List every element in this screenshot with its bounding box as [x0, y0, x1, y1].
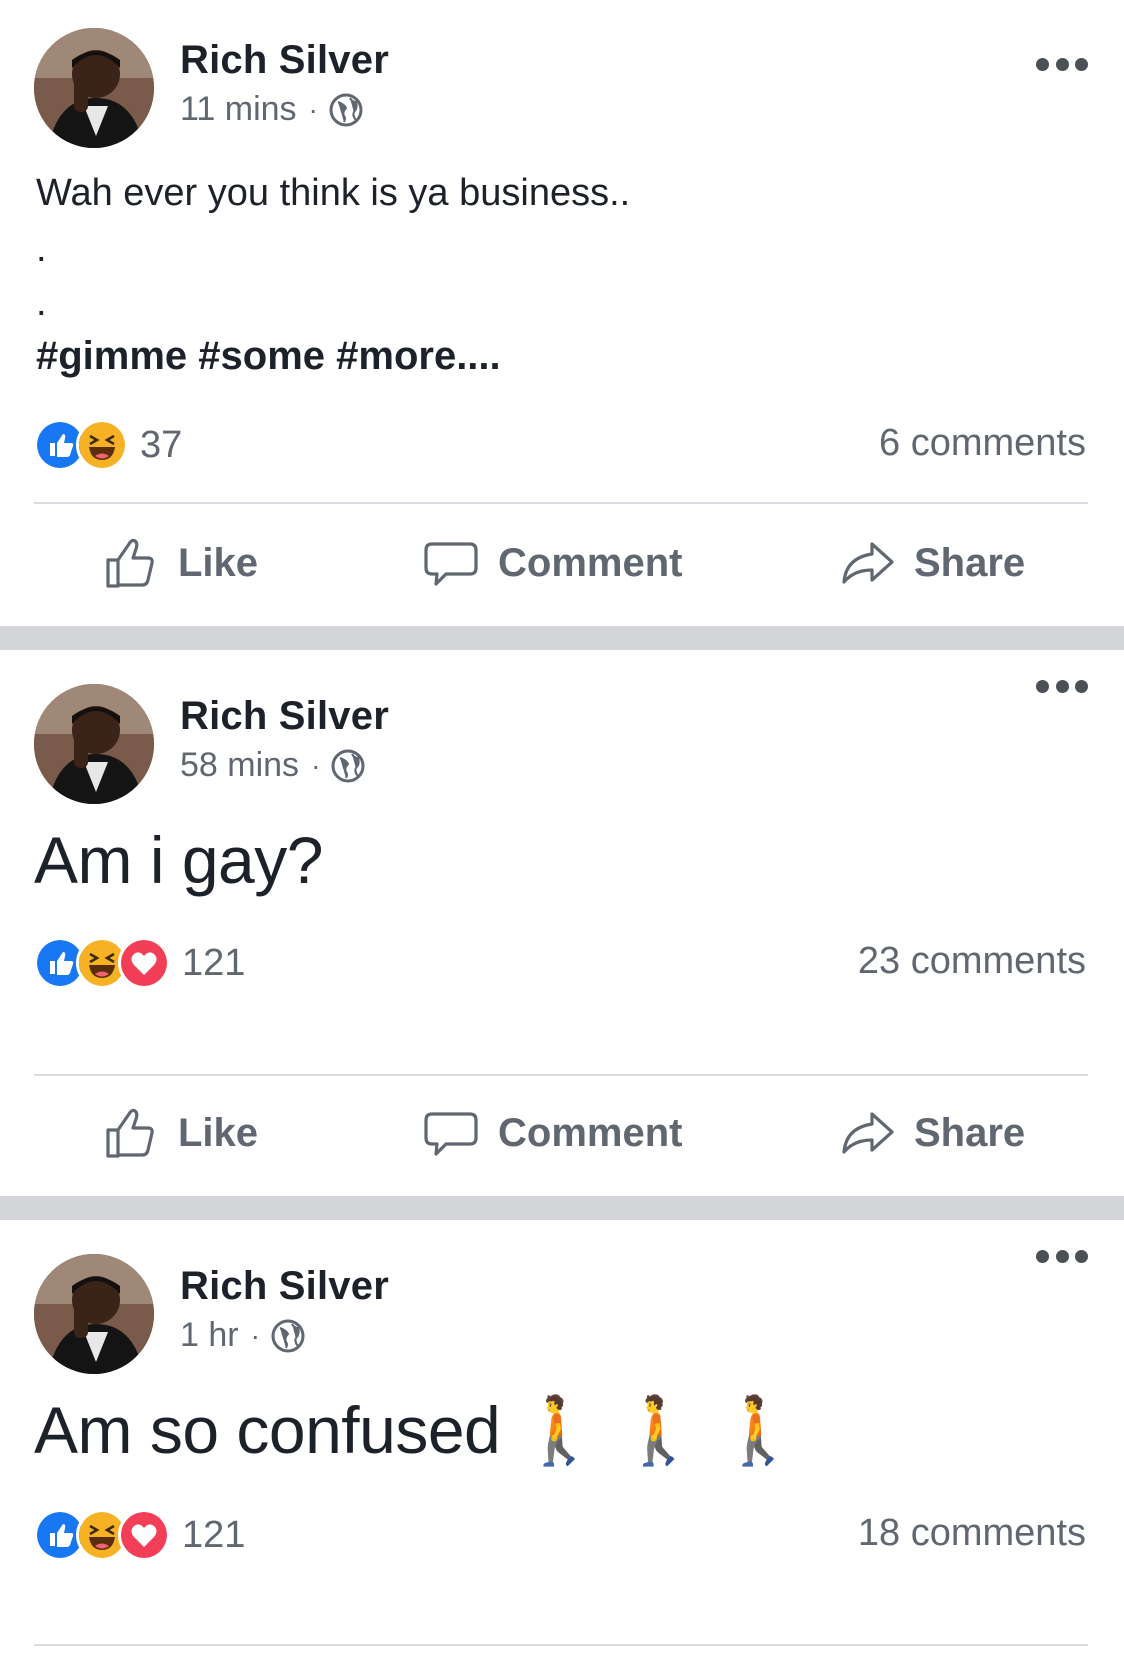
speech-bubble-icon: [424, 1112, 478, 1156]
post-meta: 58 mins ·: [180, 746, 366, 785]
reaction-count: 121: [182, 1513, 246, 1556]
share-label: Share: [914, 1110, 1026, 1155]
comment-label: Comment: [498, 540, 683, 585]
comment-button[interactable]: Comment: [422, 534, 682, 592]
like-button[interactable]: Like: [102, 1104, 258, 1162]
divider: [34, 1644, 1088, 1646]
comment-label: Comment: [498, 1110, 683, 1155]
author-avatar[interactable]: [34, 28, 154, 148]
action-bar: Like Comment Share: [0, 1096, 1124, 1176]
dot-icon: [1075, 57, 1088, 71]
comment-count-link[interactable]: 18 comments: [858, 1512, 1086, 1555]
meta-separator: ·: [308, 93, 318, 125]
reaction-summary[interactable]: 37: [34, 419, 183, 471]
dot-icon: [1055, 1249, 1069, 1263]
dot-icon: [1075, 1249, 1088, 1263]
author-name[interactable]: Rich Silver: [180, 38, 389, 83]
dot-icon: [1055, 679, 1069, 693]
reaction-count: 37: [140, 423, 183, 466]
more-options-button[interactable]: [1036, 1246, 1088, 1266]
post-2: Rich Silver 58 mins · Am i gay? 121 23 c…: [0, 650, 1124, 1196]
share-button[interactable]: Share: [838, 1104, 1025, 1162]
timestamp[interactable]: 11 mins: [180, 90, 297, 129]
author-avatar[interactable]: [34, 684, 154, 804]
feed-separator: [0, 626, 1124, 650]
speech-bubble-icon: [424, 542, 478, 586]
more-options-button[interactable]: [1036, 676, 1088, 696]
post-text-line: .: [36, 228, 47, 270]
meta-separator: ·: [311, 749, 321, 781]
reaction-count: 121: [182, 941, 246, 984]
more-options-button[interactable]: [1036, 54, 1088, 74]
post-text: Am i gay?: [34, 823, 323, 897]
love-reaction-icon: [118, 1509, 170, 1561]
divider: [34, 1074, 1088, 1076]
like-button[interactable]: Like: [102, 534, 258, 592]
post-meta: 1 hr ·: [180, 1316, 306, 1355]
author-avatar[interactable]: [34, 1254, 154, 1374]
love-reaction-icon: [118, 937, 170, 989]
share-arrow-icon: [842, 542, 894, 584]
post-text-line: Wah ever you think is ya business..: [36, 172, 631, 214]
timestamp[interactable]: 58 mins: [180, 746, 299, 785]
meta-separator: ·: [250, 1319, 260, 1351]
post-3: Rich Silver 1 hr · Am so confused 🚶 🚶 🚶 …: [0, 1220, 1124, 1656]
comment-count-link[interactable]: 23 comments: [858, 940, 1086, 983]
post-text-line: .: [36, 282, 47, 324]
author-name[interactable]: Rich Silver: [180, 1264, 389, 1309]
like-label: Like: [178, 1110, 259, 1155]
hashtags[interactable]: #gimme #some #more....: [36, 334, 501, 379]
dot-icon: [1075, 679, 1088, 693]
share-button[interactable]: Share: [838, 534, 1025, 592]
timestamp[interactable]: 1 hr: [180, 1316, 239, 1355]
globe-icon: [331, 749, 365, 782]
dot-icon: [1036, 1249, 1049, 1263]
dot-icon: [1036, 679, 1049, 693]
thumbs-up-icon: [106, 1108, 154, 1158]
dot-icon: [1055, 57, 1069, 71]
comment-count-link[interactable]: 6 comments: [879, 422, 1086, 465]
thumbs-up-icon: [106, 538, 154, 588]
reaction-summary[interactable]: 121: [34, 1509, 246, 1561]
action-bar: Like Comment Share: [0, 526, 1124, 606]
globe-icon: [329, 93, 363, 126]
share-arrow-icon: [842, 1112, 894, 1154]
feed-separator: [0, 1196, 1124, 1220]
haha-reaction-icon: [76, 419, 128, 471]
post-1: Rich Silver 11 mins · Wah ever you think…: [0, 0, 1124, 626]
post-text: Am so confused 🚶 🚶 🚶: [34, 1393, 799, 1467]
post-meta: 11 mins ·: [180, 90, 364, 129]
share-label: Share: [914, 540, 1026, 585]
reaction-summary[interactable]: 121: [34, 937, 246, 989]
author-name[interactable]: Rich Silver: [180, 694, 389, 739]
comment-button[interactable]: Comment: [422, 1104, 682, 1162]
dot-icon: [1036, 57, 1049, 71]
like-label: Like: [178, 540, 259, 585]
divider: [34, 502, 1088, 504]
globe-icon: [271, 1319, 305, 1352]
